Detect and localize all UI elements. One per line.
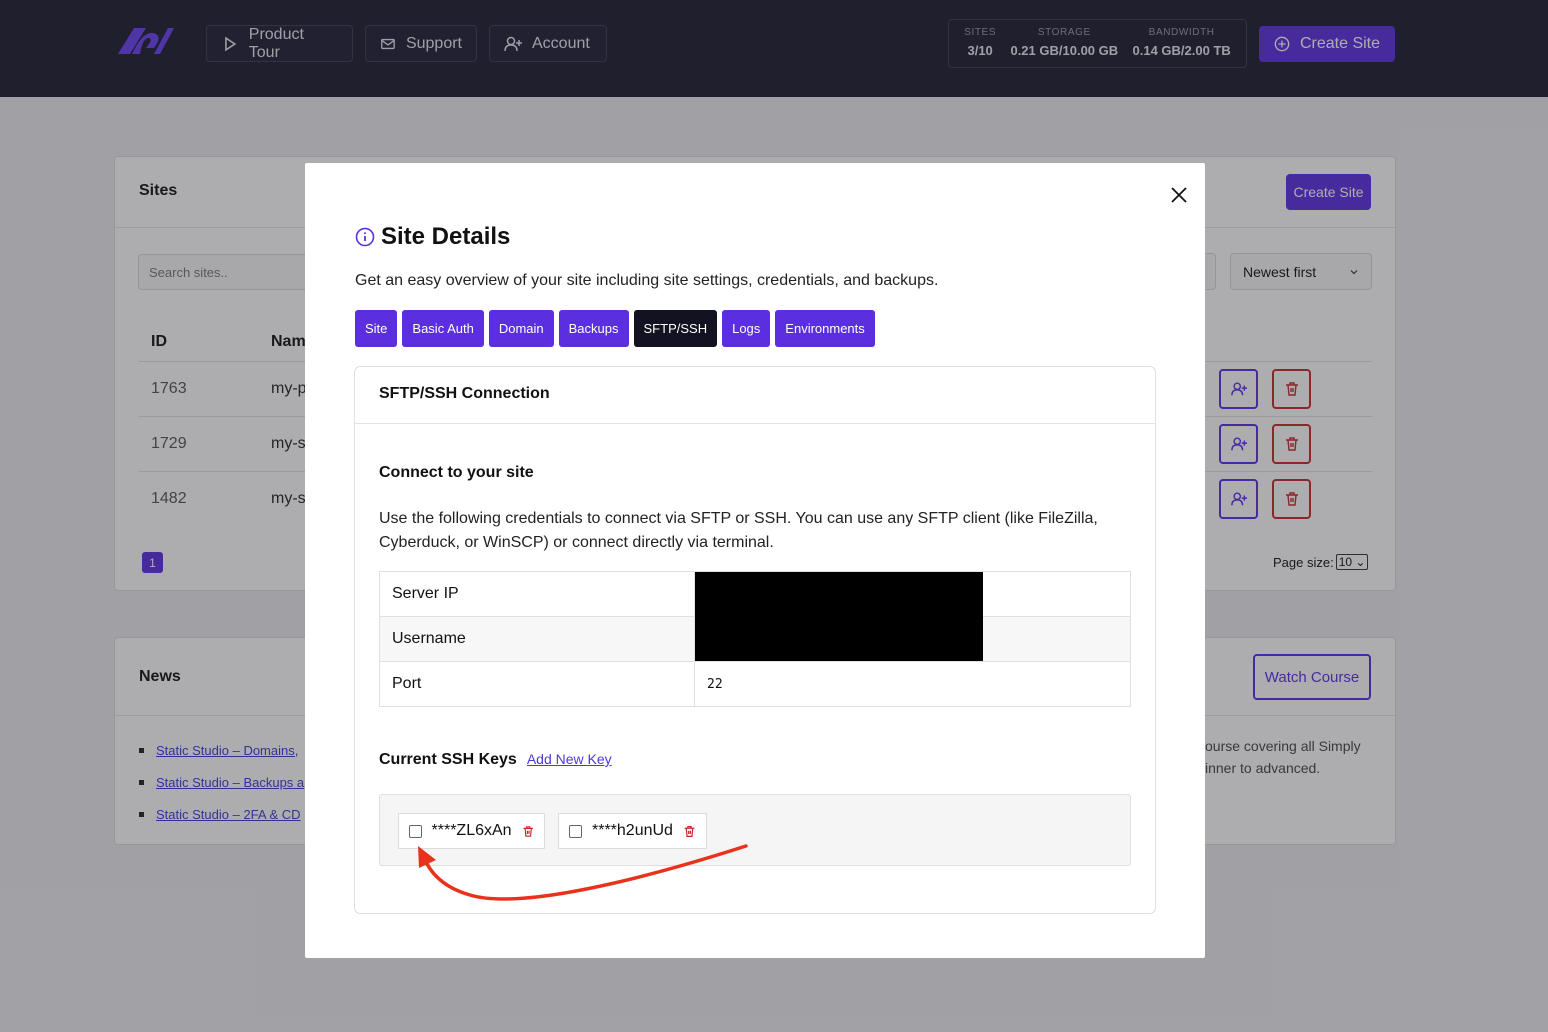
- modal-subtitle: Get an easy overview of your site includ…: [355, 272, 939, 289]
- ssh-key-checkbox[interactable]: [569, 824, 582, 838]
- trash-icon[interactable]: [522, 825, 534, 838]
- tab-backups[interactable]: Backups: [558, 310, 629, 347]
- card-title: SFTP/SSH Connection: [355, 367, 1155, 424]
- tab-sftp-ssh[interactable]: SFTP/SSH: [633, 310, 718, 347]
- info-icon: [355, 227, 375, 247]
- ssh-key-item: ****ZL6xAn: [398, 813, 545, 849]
- modal-tabs: Site Basic Auth Domain Backups SFTP/SSH …: [355, 310, 875, 347]
- sftp-ssh-card: SFTP/SSH Connection Connect to your site…: [354, 366, 1156, 914]
- ssh-keys-title: Current SSH Keys: [379, 751, 517, 768]
- credential-row: Port 22: [379, 661, 1131, 707]
- credential-key: Username: [379, 616, 695, 662]
- tab-site[interactable]: Site: [355, 310, 398, 347]
- trash-icon[interactable]: [683, 825, 696, 838]
- redaction-block: [695, 572, 983, 661]
- connect-description: Use the following credentials to connect…: [379, 510, 1098, 551]
- tab-logs[interactable]: Logs: [722, 310, 771, 347]
- ssh-key-label: ****ZL6xAn: [431, 822, 512, 839]
- ssh-keys-list: ****ZL6xAn ****h2unUd: [379, 794, 1131, 866]
- ssh-key-label: ****h2unUd: [592, 822, 673, 839]
- close-icon[interactable]: [1169, 185, 1189, 205]
- modal-title: Site Details: [355, 223, 510, 251]
- credential-key: Port: [379, 661, 695, 707]
- tab-environments[interactable]: Environments: [775, 310, 875, 347]
- site-details-modal: Site Details Get an easy overview of you…: [305, 163, 1205, 958]
- connect-heading: Connect to your site: [379, 464, 534, 481]
- ssh-key-item: ****h2unUd: [558, 813, 707, 849]
- credential-key: Server IP: [379, 571, 695, 617]
- credential-value[interactable]: 22: [694, 661, 1131, 707]
- ssh-key-checkbox[interactable]: [409, 824, 422, 838]
- add-new-key-link[interactable]: Add New Key: [527, 751, 612, 767]
- ssh-keys-heading: Current SSH Keys Add New Key: [379, 751, 612, 769]
- tab-basic-auth[interactable]: Basic Auth: [402, 310, 484, 347]
- modal-title-text: Site Details: [381, 223, 511, 250]
- tab-domain[interactable]: Domain: [488, 310, 554, 347]
